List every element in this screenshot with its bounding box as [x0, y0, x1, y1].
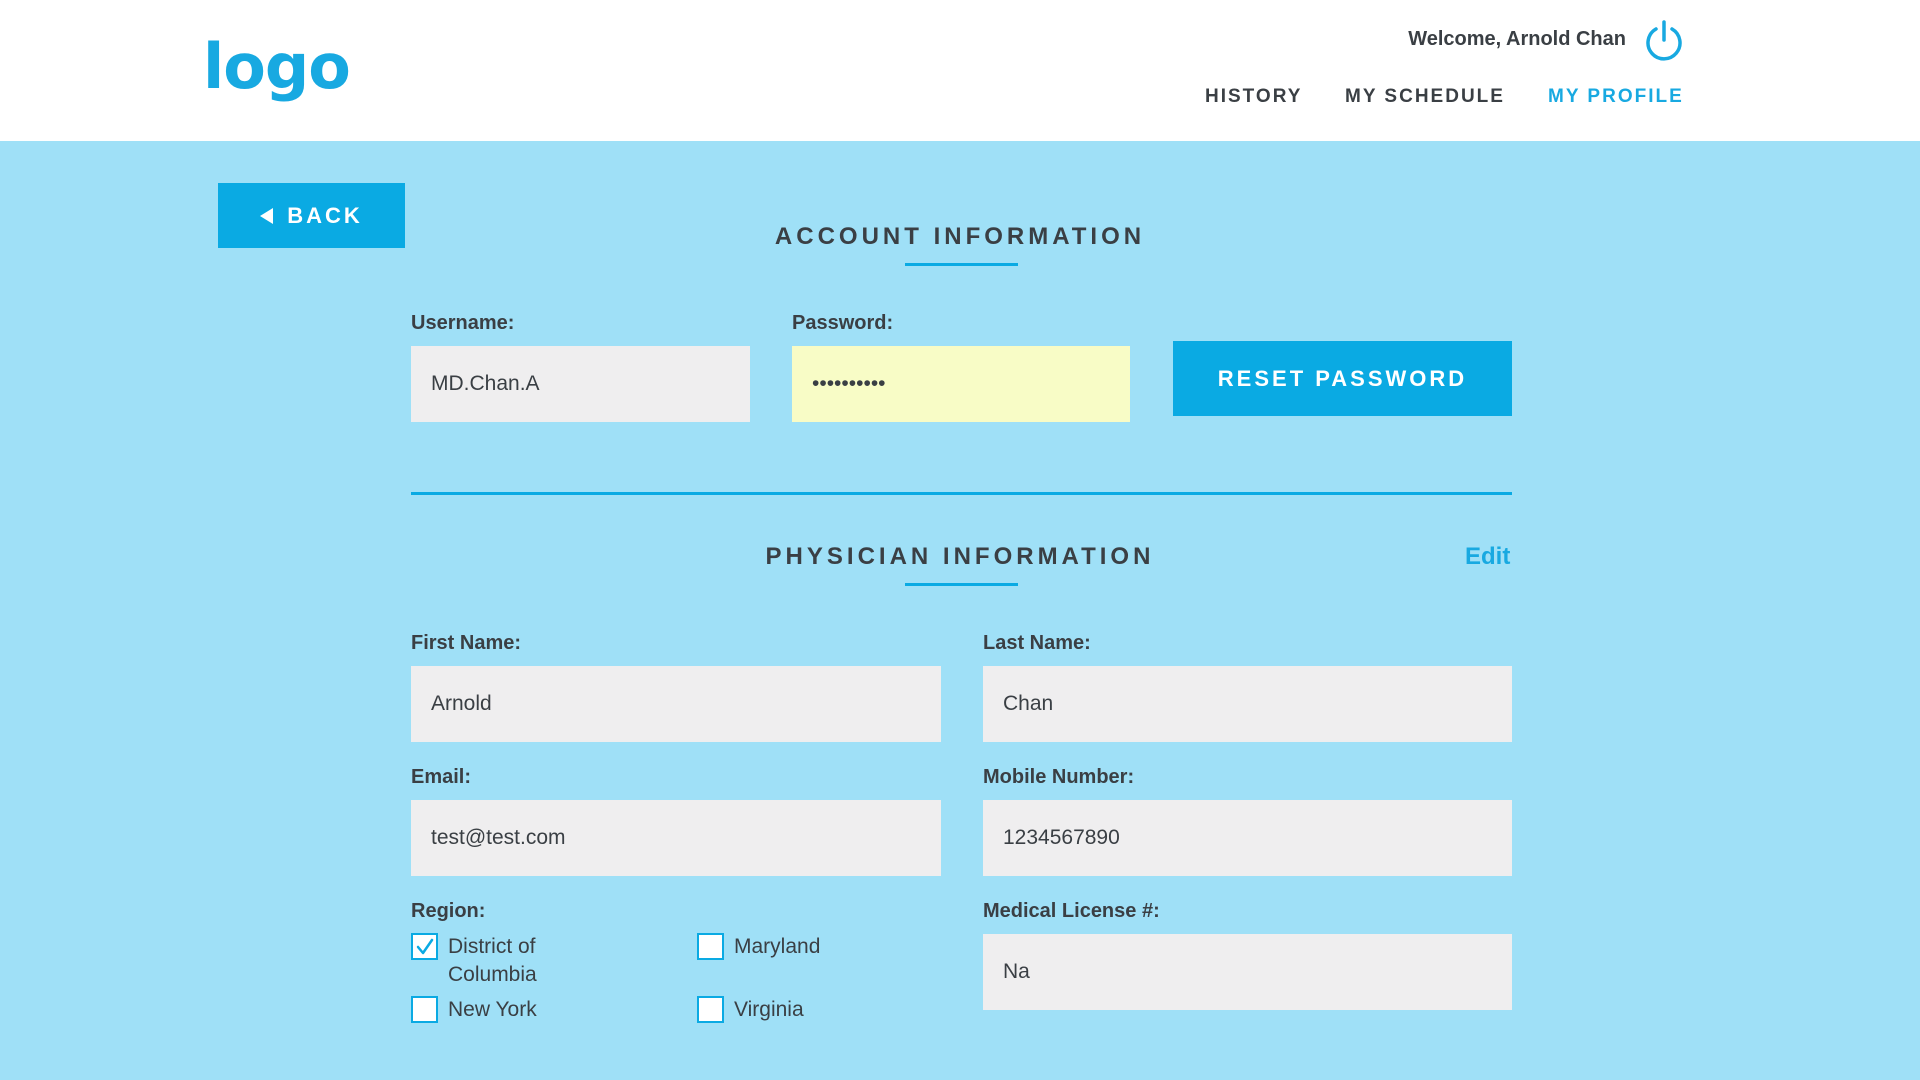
- checkbox-unchecked[interactable]: [697, 933, 724, 960]
- account-title-underline: [905, 263, 1018, 266]
- section-divider: [411, 492, 1512, 495]
- welcome-text: Welcome, Arnold Chan: [1408, 28, 1626, 50]
- last-name-field[interactable]: Chan: [983, 666, 1512, 742]
- power-icon[interactable]: [1643, 20, 1685, 62]
- username-label: Username:: [411, 312, 515, 334]
- email-label: Email:: [411, 766, 472, 788]
- top-header: logo Welcome, Arnold Chan HISTORY MY SCH…: [0, 0, 1920, 141]
- reset-password-button[interactable]: RESET PASSWORD: [1173, 341, 1512, 416]
- region-option-label: Virginia: [734, 998, 804, 1021]
- region-option-label: New York: [448, 998, 537, 1021]
- checkbox-unchecked[interactable]: [697, 996, 724, 1023]
- mobile-number-field[interactable]: 1234567890: [983, 800, 1512, 876]
- password-field[interactable]: ••••••••••: [792, 346, 1130, 422]
- checkbox-unchecked[interactable]: [411, 996, 438, 1023]
- medical-license-field[interactable]: Na: [983, 934, 1512, 1010]
- edit-link[interactable]: Edit: [1465, 543, 1510, 571]
- physician-section-title: PHYSICIAN INFORMATION: [765, 543, 1155, 570]
- mobile-number-label: Mobile Number:: [983, 766, 1135, 788]
- nav-my-schedule[interactable]: MY SCHEDULE: [1345, 86, 1505, 108]
- password-label: Password:: [792, 312, 894, 334]
- nav-history[interactable]: HISTORY: [1205, 86, 1302, 108]
- region-label: Region:: [411, 900, 486, 922]
- region-checkbox-district-of-columbia[interactable]: District of Columbia: [411, 933, 537, 989]
- region-checkbox-virginia[interactable]: Virginia: [697, 996, 804, 1024]
- checkbox-checked[interactable]: [411, 933, 438, 960]
- physician-title-underline: [905, 583, 1018, 586]
- first-name-label: First Name:: [411, 632, 522, 654]
- profile-main: BACK ACCOUNT INFORMATION Username: MD.Ch…: [0, 141, 1920, 1080]
- region-checkbox-new-york[interactable]: New York: [411, 996, 537, 1024]
- nav-my-profile[interactable]: MY PROFILE: [1548, 86, 1684, 108]
- last-name-label: Last Name:: [983, 632, 1091, 654]
- region-option-label-line2: Columbia: [448, 963, 537, 986]
- region-checkbox-maryland[interactable]: Maryland: [697, 933, 820, 961]
- triangle-left-icon: [260, 207, 274, 224]
- logo[interactable]: logo: [203, 36, 351, 98]
- username-field[interactable]: MD.Chan.A: [411, 346, 750, 422]
- checkmark-icon: [416, 938, 433, 954]
- first-name-field[interactable]: Arnold: [411, 666, 941, 742]
- account-section-title: ACCOUNT INFORMATION: [774, 223, 1146, 250]
- region-option-label: District of Columbia: [448, 933, 537, 989]
- region-option-label: Maryland: [734, 935, 821, 958]
- email-field[interactable]: test@test.com: [411, 800, 941, 876]
- medical-license-label: Medical License #:: [983, 900, 1160, 922]
- region-option-label-line1: District of: [448, 935, 536, 958]
